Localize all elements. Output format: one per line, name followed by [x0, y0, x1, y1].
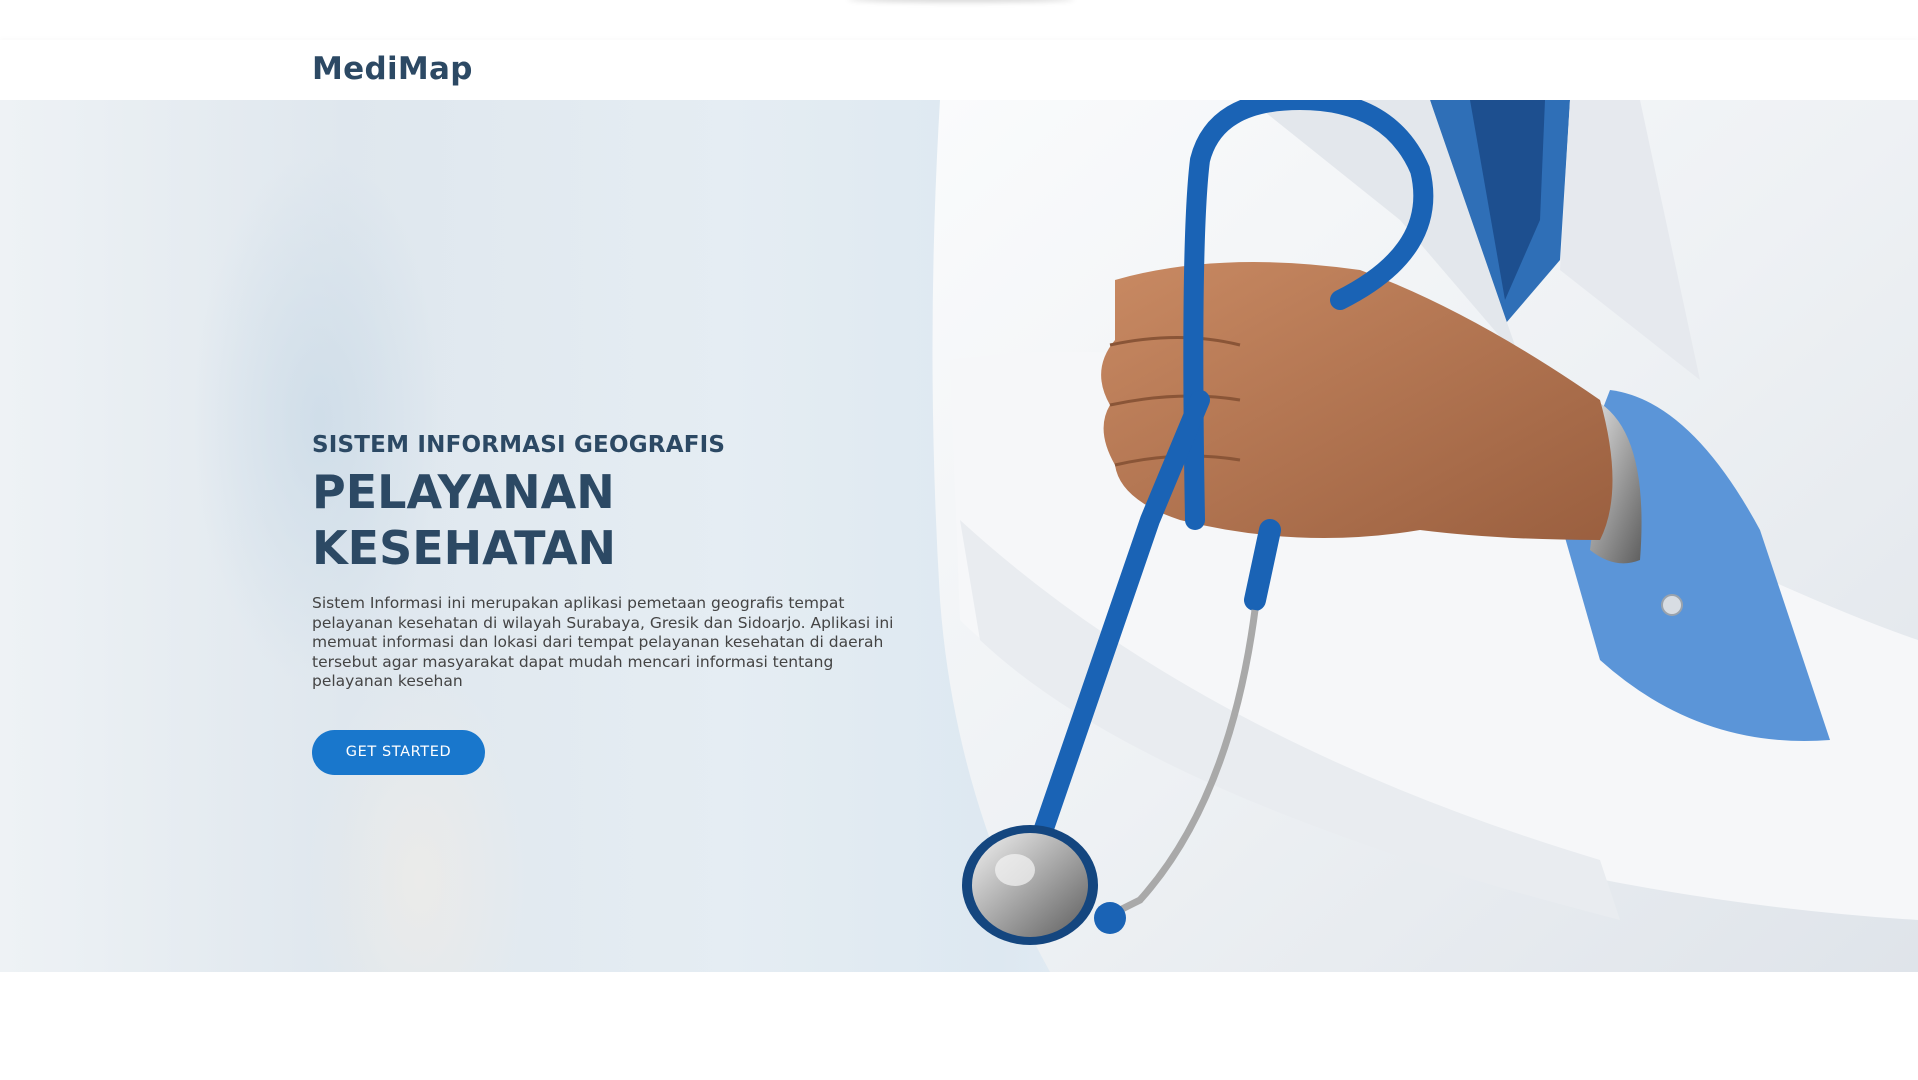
logo[interactable]: MediMap — [312, 51, 473, 87]
doctor-hero-image — [932, 100, 1918, 972]
hero-section: SISTEM INFORMASI GEOGRAFIS PELAYANAN KES… — [0, 100, 1918, 972]
hero-description: Sistem Informasi ini merupakan aplikasi … — [312, 594, 894, 690]
hero-title: PELAYANAN KESEHATAN — [312, 465, 617, 575]
get-started-button[interactable]: GET STARTED — [312, 729, 485, 775]
hero-subtitle: SISTEM INFORMASI GEOGRAFIS — [312, 432, 726, 458]
site-header: MediMap — [0, 40, 1918, 100]
top-bar — [0, 0, 1918, 40]
hero-content: SISTEM INFORMASI GEOGRAFIS PELAYANAN KES… — [312, 432, 922, 775]
